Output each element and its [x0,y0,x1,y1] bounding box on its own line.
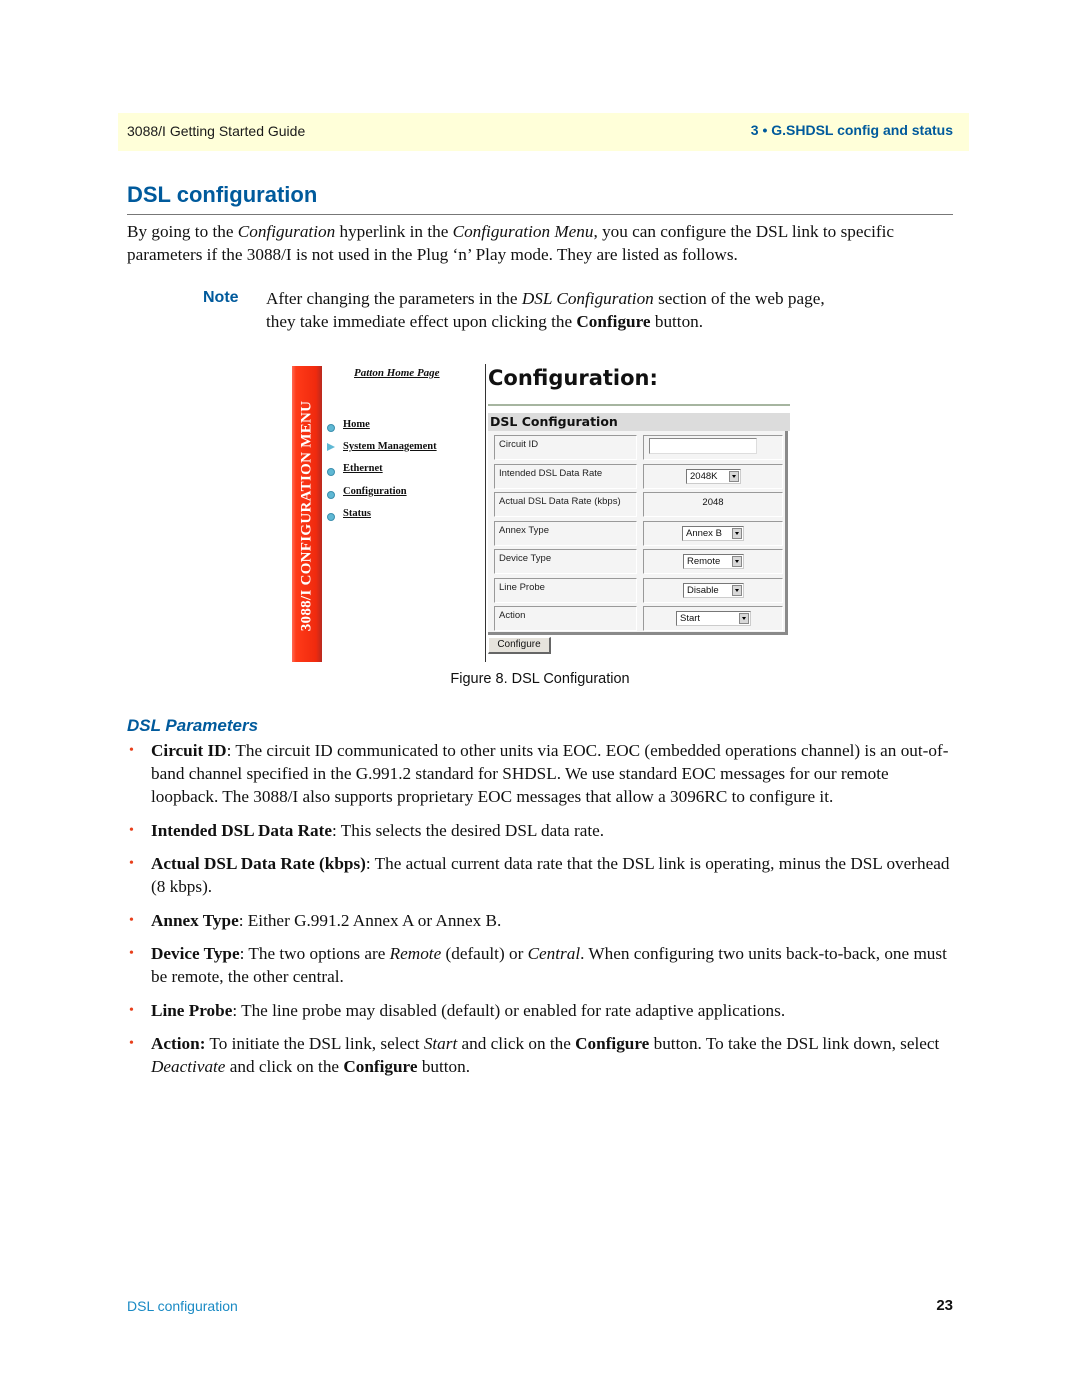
row-action: Action Start [494,606,783,631]
bullet-icon: • [129,856,134,871]
field-label: Actual DSL Data Rate (kbps) [499,496,621,507]
running-header: 3088/I Getting Started Guide 3 • G.SHDSL… [118,113,969,151]
row-circuit-id: Circuit ID [494,435,783,460]
menu-item-label[interactable]: Status [343,508,371,519]
chevron-down-icon[interactable] [729,470,739,482]
list-item: • Actual DSL Data Rate (kbps): The actual… [129,854,950,896]
field-label: Line Probe [499,581,545,593]
parameters-heading: DSL Parameters [127,716,259,735]
device-type-select[interactable]: Remote [683,554,744,569]
intro-paragraph: By going to the Configuration hyperlink … [127,222,895,264]
menu-item-system-management[interactable]: System Management [326,435,437,457]
menu-banner-text: 3088/I CONFIGURATION MENU [298,400,315,632]
row-actual-data-rate: Actual DSL Data Rate (kbps) 2048 [494,492,783,517]
field-label: Intended DSL Data Rate [499,467,603,479]
footer-section-name: DSL configuration [127,1298,238,1314]
chevron-down-icon[interactable] [732,556,742,567]
configuration-page-title: Configuration: [488,366,658,390]
list-item: • Device Type: The two options are Remote… [129,944,947,986]
parameters-list: • Circuit ID: The circuit ID communicated… [127,739,957,1089]
list-item: • Annex Type: Either G.991.2 Annex A or A… [129,910,502,930]
menu-item-label[interactable]: System Management [343,441,437,452]
menu-item-ethernet[interactable]: Ethernet [326,458,437,480]
note-text: After changing the parameters in the DSL… [266,289,825,331]
menu-item-home[interactable]: Home [326,413,437,435]
list-item: • Intended DSL Data Rate: This selects th… [129,820,605,840]
figure-dsl-configuration: 3088/I CONFIGURATION MENU Patton Home Pa… [290,360,800,665]
title-rule [127,214,953,215]
bullet-icon: • [129,946,134,961]
circle-bullet-icon [327,490,335,499]
bullet-icon: • [129,1002,134,1018]
configuration-menu: Home System Management Ethernet Configur… [326,413,437,525]
figure-caption: Figure 8. DSL Configuration [450,671,630,687]
line-probe-select[interactable]: Disable [683,582,744,598]
circle-bullet-icon [327,513,335,522]
frame-divider [485,364,486,662]
bullet-icon: • [129,912,134,928]
annex-type-select[interactable]: Annex B [682,525,744,541]
note-label: Note [203,289,239,306]
row-line-probe: Line Probe Disable [494,577,783,603]
configuration-menu-banner: 3088/I CONFIGURATION MENU [292,366,322,662]
list-item: • Line Probe: The line probe may disabled… [129,1000,786,1020]
patton-home-link[interactable]: Patton Home Page [354,367,440,379]
intended-data-rate-select[interactable]: 2048K [686,468,741,484]
actual-data-rate-value: 2048 [702,497,724,508]
field-label: Device Type [499,553,552,564]
bullet-icon: • [129,743,134,758]
menu-item-label[interactable]: Configuration [343,486,407,497]
page-number: 23 [936,1297,953,1314]
configure-button[interactable]: Configure [488,637,551,654]
dsl-config-section-header: DSL Configuration [488,413,790,431]
menu-item-configuration[interactable]: Configuration [326,480,437,502]
action-select[interactable]: Start [676,611,751,626]
dsl-config-section-title: DSL Configuration [490,414,618,429]
title-underline [488,404,790,406]
triangle-arrow-icon [327,442,335,451]
field-label: Action [499,610,526,621]
circle-bullet-icon [327,468,335,477]
circuit-id-input[interactable] [649,438,757,454]
list-item: • Circuit ID: The circuit ID communicated… [129,741,949,806]
row-device-type: Device Type Remote [494,549,783,574]
chapter-title: 3 • G.SHDSL config and status [750,122,953,138]
chevron-down-icon[interactable] [739,613,749,624]
section-title: DSL configuration [127,182,318,207]
menu-item-label[interactable]: Ethernet [343,463,383,474]
bullet-icon: • [129,1036,134,1051]
bullet-icon: • [129,822,134,838]
row-annex-type: Annex Type Annex B [494,520,783,546]
circle-bullet-icon [327,423,335,432]
list-item: • Action: To initiate the DSL link, selec… [129,1034,940,1076]
menu-item-status[interactable]: Status [326,503,437,525]
field-label: Annex Type [499,524,550,536]
dsl-config-table: Circuit ID Intended DSL Data Rate 2048K … [488,431,788,635]
row-intended-data-rate: Intended DSL Data Rate 2048K [494,463,783,489]
chevron-down-icon[interactable] [732,527,742,539]
menu-item-label[interactable]: Home [343,419,370,430]
field-label: Circuit ID [499,439,539,450]
chevron-down-icon[interactable] [732,584,742,596]
guide-title: 3088/I Getting Started Guide [127,123,306,139]
